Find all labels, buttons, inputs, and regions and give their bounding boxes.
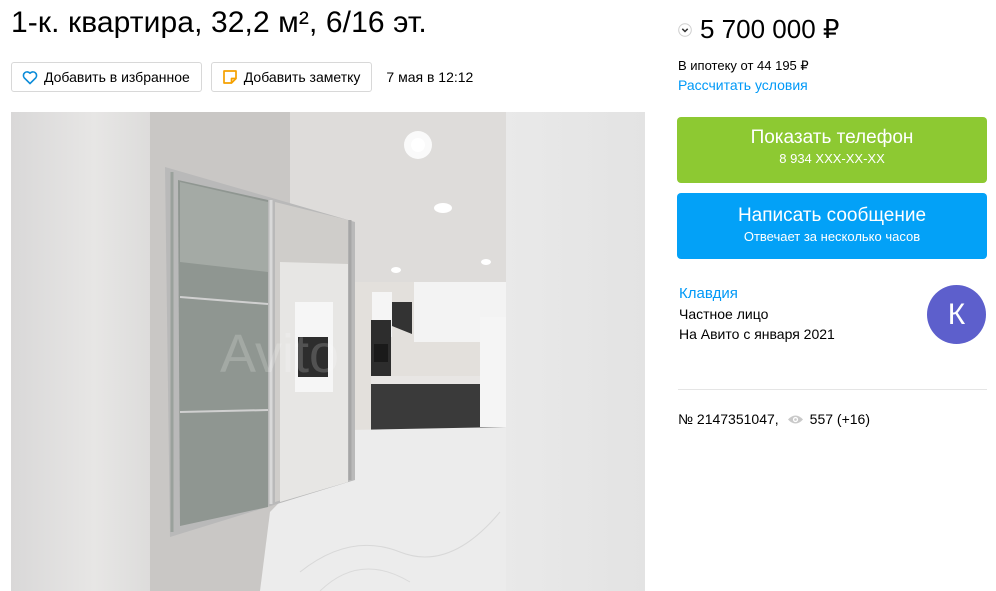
seller-type: Частное лицо <box>679 306 769 322</box>
add-to-favorites-button[interactable]: Добавить в избранное <box>11 62 202 92</box>
eye-icon <box>787 415 803 423</box>
note-icon <box>222 70 237 84</box>
item-number: № 2147351047, <box>678 411 779 427</box>
seller-since: На Авито с января 2021 <box>679 326 835 342</box>
phone-masked: 8 934 XXX-XX-XX <box>779 151 885 166</box>
show-phone-button[interactable]: Показать телефон 8 934 XXX-XX-XX <box>677 117 987 183</box>
price: 5 700 000 ₽ <box>700 14 840 44</box>
photo-watermark: Avito <box>220 324 339 384</box>
chevron-down-icon[interactable] <box>678 22 692 37</box>
listing-meta: № 2147351047, 557 (+16) <box>678 411 870 427</box>
add-to-favorites-label: Добавить в избранное <box>44 69 190 85</box>
heart-icon <box>22 70 38 84</box>
show-phone-label: Показать телефон <box>750 127 914 148</box>
publish-date: 7 мая в 12:12 <box>386 69 474 85</box>
listing-actions: Добавить в избранное Добавить заметку 7 … <box>11 62 473 92</box>
write-message-button[interactable]: Написать сообщение Отвечает за несколько… <box>677 193 987 259</box>
photo-gallery[interactable]: Avito <box>11 112 645 591</box>
write-message-label: Написать сообщение <box>737 205 927 226</box>
divider <box>678 389 987 390</box>
price-row: 5 700 000 ₽ <box>678 14 839 45</box>
listing-photo[interactable]: Avito <box>150 112 506 591</box>
seller-avatar[interactable]: К <box>927 285 986 344</box>
gallery-blur-right <box>506 112 645 591</box>
add-note-label: Добавить заметку <box>243 69 361 85</box>
add-note-button[interactable]: Добавить заметку <box>210 62 373 92</box>
listing-title: 1-к. квартира, 32,2 м², 6/16 эт. <box>11 6 427 39</box>
calculate-conditions-link[interactable]: Рассчитать условия <box>678 77 808 93</box>
views-count: 557 (+16) <box>809 411 870 427</box>
response-time: Отвечает за несколько часов <box>743 229 921 244</box>
seller-name-link[interactable]: Клавдия <box>679 285 738 302</box>
mortgage-info: В ипотеку от 44 195 ₽ <box>678 58 809 73</box>
gallery-blur-left <box>11 112 150 591</box>
